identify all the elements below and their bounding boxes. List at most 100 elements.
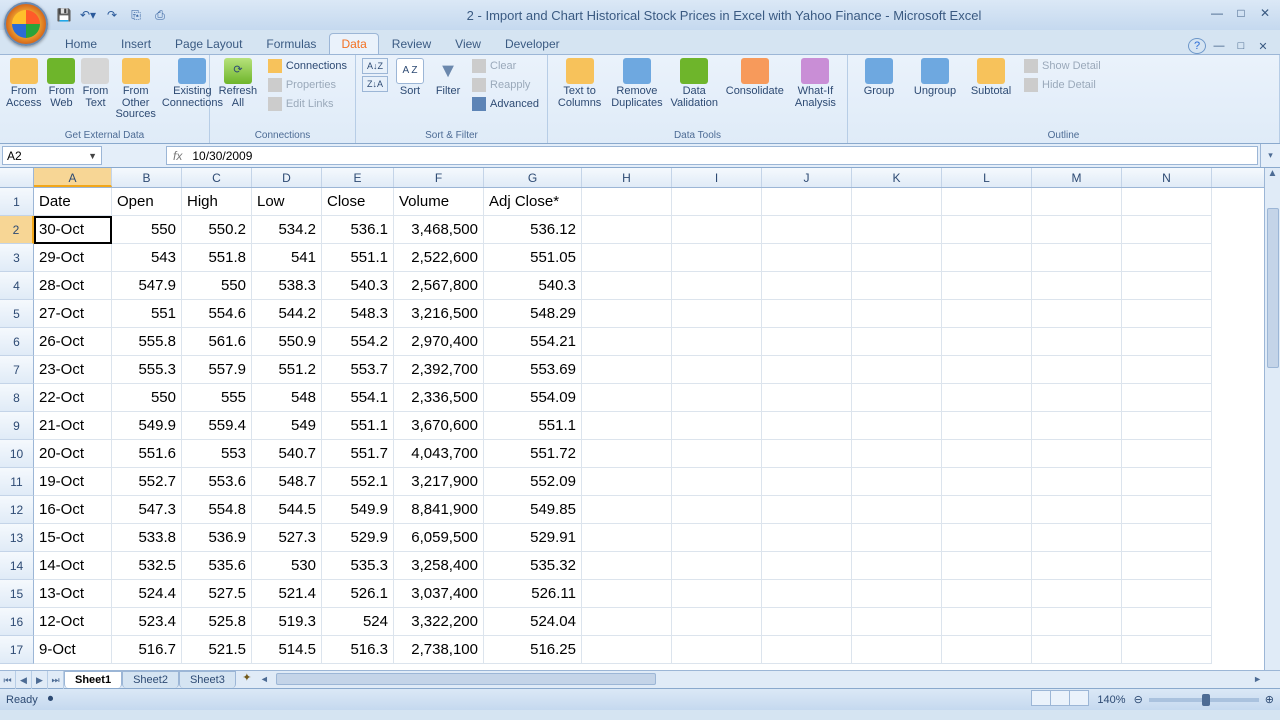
cell-A15[interactable]: 13-Oct [34, 580, 112, 608]
cell-I15[interactable] [672, 580, 762, 608]
cell-F1[interactable]: Volume [394, 188, 484, 216]
cell-E9[interactable]: 551.1 [322, 412, 394, 440]
cell-A9[interactable]: 21-Oct [34, 412, 112, 440]
cell-D17[interactable]: 514.5 [252, 636, 322, 664]
cell-M13[interactable] [1032, 524, 1122, 552]
cell-L3[interactable] [942, 244, 1032, 272]
cell-N10[interactable] [1122, 440, 1212, 468]
cell-K4[interactable] [852, 272, 942, 300]
row-header-13[interactable]: 13 [0, 524, 34, 552]
ol-subtotal-button[interactable]: Subtotal [966, 58, 1016, 98]
cell-H16[interactable] [582, 608, 672, 636]
row-header-4[interactable]: 4 [0, 272, 34, 300]
cell-C10[interactable]: 553 [182, 440, 252, 468]
cell-F10[interactable]: 4,043,700 [394, 440, 484, 468]
cell-H13[interactable] [582, 524, 672, 552]
cell-E6[interactable]: 554.2 [322, 328, 394, 356]
cell-I1[interactable] [672, 188, 762, 216]
cell-D3[interactable]: 541 [252, 244, 322, 272]
ext-from-web-button[interactable]: From Web [47, 58, 75, 109]
column-header-A[interactable]: A [34, 168, 112, 187]
cell-E16[interactable]: 524 [322, 608, 394, 636]
cell-A14[interactable]: 14-Oct [34, 552, 112, 580]
cell-I5[interactable] [672, 300, 762, 328]
cell-B8[interactable]: 550 [112, 384, 182, 412]
cell-N17[interactable] [1122, 636, 1212, 664]
cell-M3[interactable] [1032, 244, 1122, 272]
cell-L1[interactable] [942, 188, 1032, 216]
cell-A11[interactable]: 19-Oct [34, 468, 112, 496]
cell-H7[interactable] [582, 356, 672, 384]
cell-F13[interactable]: 6,059,500 [394, 524, 484, 552]
cell-N2[interactable] [1122, 216, 1212, 244]
cell-B3[interactable]: 543 [112, 244, 182, 272]
cell-H1[interactable] [582, 188, 672, 216]
cell-B15[interactable]: 524.4 [112, 580, 182, 608]
cell-G5[interactable]: 548.29 [484, 300, 582, 328]
sheet-nav-first[interactable]: ⏮ [0, 671, 16, 689]
cell-L10[interactable] [942, 440, 1032, 468]
row-header-5[interactable]: 5 [0, 300, 34, 328]
tab-formulas[interactable]: Formulas [255, 34, 327, 54]
cell-M16[interactable] [1032, 608, 1122, 636]
cell-H10[interactable] [582, 440, 672, 468]
row-header-15[interactable]: 15 [0, 580, 34, 608]
ext-from-access-button[interactable]: From Access [6, 58, 41, 109]
cell-N9[interactable] [1122, 412, 1212, 440]
cell-B2[interactable]: 550 [112, 216, 182, 244]
cell-L16[interactable] [942, 608, 1032, 636]
cell-D12[interactable]: 544.5 [252, 496, 322, 524]
cell-K8[interactable] [852, 384, 942, 412]
cell-F8[interactable]: 2,336,500 [394, 384, 484, 412]
tab-view[interactable]: View [444, 34, 492, 54]
cell-K9[interactable] [852, 412, 942, 440]
cell-K15[interactable] [852, 580, 942, 608]
cell-E12[interactable]: 549.9 [322, 496, 394, 524]
help-icon[interactable]: ? [1188, 38, 1206, 54]
cell-J16[interactable] [762, 608, 852, 636]
cell-E7[interactable]: 553.7 [322, 356, 394, 384]
cell-D5[interactable]: 544.2 [252, 300, 322, 328]
row-header-10[interactable]: 10 [0, 440, 34, 468]
cell-J7[interactable] [762, 356, 852, 384]
cell-I12[interactable] [672, 496, 762, 524]
ribbon-minimize-button[interactable]: — [1210, 38, 1228, 54]
cell-M10[interactable] [1032, 440, 1122, 468]
cell-L6[interactable] [942, 328, 1032, 356]
row-header-8[interactable]: 8 [0, 384, 34, 412]
column-header-M[interactable]: M [1032, 168, 1122, 187]
column-header-L[interactable]: L [942, 168, 1032, 187]
ol-group-button[interactable]: Group [854, 58, 904, 98]
cell-E3[interactable]: 551.1 [322, 244, 394, 272]
cell-C17[interactable]: 521.5 [182, 636, 252, 664]
zoom-slider[interactable] [1149, 698, 1259, 702]
cell-K2[interactable] [852, 216, 942, 244]
cell-L2[interactable] [942, 216, 1032, 244]
cell-E13[interactable]: 529.9 [322, 524, 394, 552]
cell-H5[interactable] [582, 300, 672, 328]
cell-G15[interactable]: 526.11 [484, 580, 582, 608]
cell-M2[interactable] [1032, 216, 1122, 244]
advanced-button[interactable]: Advanced [470, 96, 541, 112]
ol-ungroup-button[interactable]: Ungroup [910, 58, 960, 98]
sheet-tab-sheet1[interactable]: Sheet1 [64, 671, 122, 688]
sheet-nav-prev[interactable]: ◀ [16, 671, 32, 689]
cell-N14[interactable] [1122, 552, 1212, 580]
cell-J10[interactable] [762, 440, 852, 468]
dt-text-to-columns-button[interactable]: Text to Columns [554, 58, 605, 109]
cell-M4[interactable] [1032, 272, 1122, 300]
cell-K11[interactable] [852, 468, 942, 496]
cell-F12[interactable]: 8,841,900 [394, 496, 484, 524]
column-header-C[interactable]: C [182, 168, 252, 187]
cell-N3[interactable] [1122, 244, 1212, 272]
horizontal-scrollbar[interactable] [274, 671, 1248, 688]
cell-D9[interactable]: 549 [252, 412, 322, 440]
cell-D10[interactable]: 540.7 [252, 440, 322, 468]
cell-N1[interactable] [1122, 188, 1212, 216]
row-header-7[interactable]: 7 [0, 356, 34, 384]
column-header-F[interactable]: F [394, 168, 484, 187]
sheet-tab-sheet3[interactable]: Sheet3 [179, 671, 236, 688]
column-header-H[interactable]: H [582, 168, 672, 187]
macro-record-icon[interactable]: ⏺ [48, 693, 54, 706]
dt-consolidate-button[interactable]: Consolidate [726, 58, 784, 98]
